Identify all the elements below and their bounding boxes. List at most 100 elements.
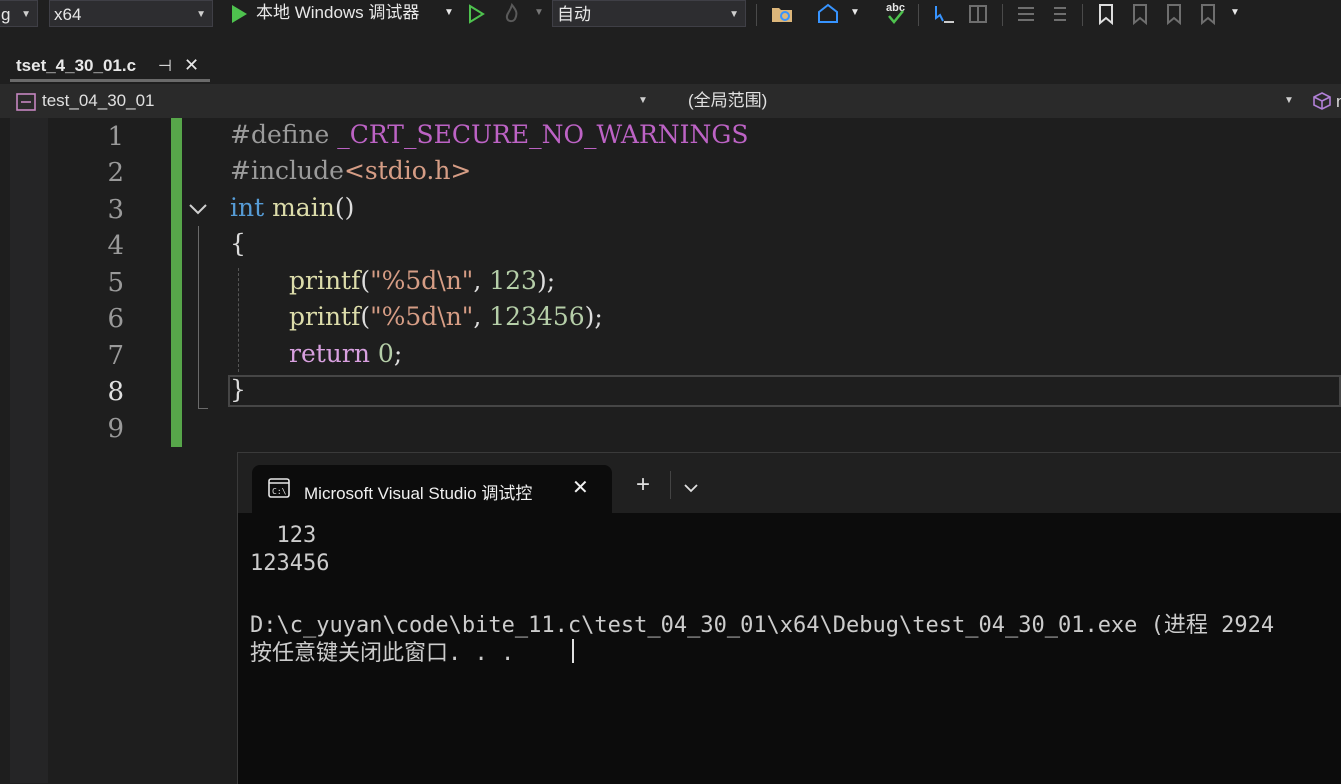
configuration-combo[interactable]: g ▼ <box>0 0 38 27</box>
fold-guide-end <box>198 408 208 409</box>
scope-value: (全局范围) <box>688 91 768 110</box>
line-number: 2 <box>107 158 124 188</box>
type-keyword: int <box>230 193 265 222</box>
document-tab-bar: tset_4_30_01.c ⊣ ✕ <box>0 48 1341 82</box>
return-keyword: return <box>289 339 370 368</box>
chevron-down-icon: ▼ <box>21 9 31 20</box>
line-number: 4 <box>107 231 124 261</box>
solution-value: 自动 <box>557 5 591 24</box>
project-combo[interactable]: test_04_30_01 ▼ <box>42 88 652 114</box>
configuration-value: g <box>1 5 11 24</box>
line-number: 7 <box>107 341 124 371</box>
console-tab-title: Microsoft Visual Studio 调试控 <box>304 484 533 503</box>
checkmark-icon <box>888 10 904 24</box>
pin-icon[interactable]: ⊣ <box>158 56 172 76</box>
punctuation: ( <box>360 302 371 331</box>
close-icon[interactable]: ✕ <box>184 55 199 76</box>
punctuation: , <box>473 266 490 295</box>
function-call: printf <box>289 266 361 295</box>
chevron-down-icon: ▼ <box>638 95 648 106</box>
svg-text:C:\: C:\ <box>272 487 287 496</box>
solution-combo[interactable]: 自动 ▼ <box>552 0 746 27</box>
punctuation: , <box>473 302 490 331</box>
terminal-icon: C:\ <box>268 478 290 498</box>
open-folder-icon[interactable] <box>770 2 794 26</box>
chevron-down-icon[interactable] <box>684 483 698 493</box>
toolbar-overflow-icon[interactable]: ▼ <box>1230 0 1240 27</box>
code-line-8: } <box>230 375 246 404</box>
project-value: test_04_30_01 <box>42 91 155 110</box>
platform-combo[interactable]: x64 ▼ <box>49 0 213 27</box>
code-line-2: #include<stdio.h> <box>230 156 471 185</box>
member-cube-icon[interactable] <box>1312 91 1332 111</box>
clear-bookmarks-icon[interactable] <box>1196 2 1220 26</box>
punctuation: ); <box>584 302 603 331</box>
explorer-dropdown-icon[interactable]: ▼ <box>850 0 860 27</box>
next-bookmark-icon[interactable] <box>1162 2 1186 26</box>
console-output-line: 123 <box>250 523 317 548</box>
platform-value: x64 <box>54 5 82 24</box>
solution-explorer-icon[interactable] <box>816 2 840 26</box>
document-tab[interactable]: tset_4_30_01.c ⊣ ✕ <box>10 50 210 82</box>
line-number-current: 8 <box>107 377 124 407</box>
debug-console-window[interactable]: C:\ Microsoft Visual Studio 调试控 ✕ + 123 … <box>237 452 1341 784</box>
code-line-7: return 0; <box>289 339 402 368</box>
chevron-down-icon: ▼ <box>729 9 739 20</box>
punctuation: () <box>334 193 355 222</box>
indicator-margin <box>10 118 48 783</box>
line-number: 1 <box>107 122 124 152</box>
toolbar: g ▼ x64 ▼ 本地 Windows 调试器 ▼ ▼ 自动 ▼ ▼ abc <box>0 0 1341 30</box>
code-line-4: { <box>230 229 246 258</box>
toolbar-separator <box>918 4 919 26</box>
current-line-highlight <box>228 375 1341 407</box>
console-tab[interactable]: C:\ Microsoft Visual Studio 调试控 ✕ <box>252 465 612 513</box>
function-name: main <box>264 193 335 222</box>
scope-combo[interactable]: (全局范围) ▼ <box>688 88 1300 114</box>
text-cursor <box>572 639 574 663</box>
code-line-5: printf("%5d\n", 123); <box>289 266 555 295</box>
string-literal: "%5d\n" <box>370 302 474 331</box>
indent-guide <box>238 268 239 372</box>
punctuation: ( <box>360 266 371 295</box>
hot-reload-icon[interactable] <box>500 2 524 26</box>
columns-icon[interactable] <box>966 2 990 26</box>
comment-lines-icon[interactable] <box>1014 2 1038 26</box>
uncomment-lines-icon[interactable] <box>1046 2 1070 26</box>
previous-bookmark-icon[interactable] <box>1126 2 1150 26</box>
debugger-button-label[interactable]: 本地 Windows 调试器 <box>256 0 419 27</box>
close-icon[interactable]: ✕ <box>572 475 589 500</box>
open-brace: { <box>230 229 246 258</box>
chevron-down-icon: ▼ <box>1284 95 1294 106</box>
code-line-3: int main() <box>230 193 354 222</box>
number-literal: 123 <box>489 266 537 295</box>
line-number: 5 <box>107 268 124 298</box>
bookmark-icon[interactable] <box>1094 2 1118 26</box>
preprocessor-directive: #include <box>230 156 344 185</box>
punctuation: ; <box>393 339 403 368</box>
toolbar-separator <box>756 4 757 26</box>
start-debug-icon[interactable] <box>227 2 251 26</box>
new-tab-button[interactable]: + <box>636 471 650 499</box>
preprocessor-directive: #define <box>230 120 338 149</box>
navigation-bar: test_04_30_01 ▼ (全局范围) ▼ n <box>0 84 1341 119</box>
hot-reload-dropdown-icon[interactable]: ▼ <box>534 0 544 27</box>
string-literal: "%5d\n" <box>370 266 474 295</box>
line-number: 6 <box>107 304 124 334</box>
tab-title: tset_4_30_01.c <box>16 56 137 75</box>
function-call: printf <box>289 302 361 331</box>
member-combo-value[interactable]: n <box>1336 92 1341 112</box>
start-without-debug-icon[interactable] <box>464 2 488 26</box>
line-number: 9 <box>107 414 124 444</box>
debugger-dropdown-icon[interactable]: ▼ <box>444 0 454 27</box>
chevron-down-icon: ▼ <box>196 9 206 20</box>
macro-name: _CRT_SECURE_NO_WARNINGS <box>337 120 749 149</box>
change-tracking-bar <box>171 118 182 447</box>
number-literal: 123456 <box>489 302 585 331</box>
console-output-line: 按任意键关闭此窗口. . . <box>250 641 515 666</box>
number-literal: 0 <box>377 339 394 368</box>
code-line-1: #define _CRT_SECURE_NO_WARNINGS <box>230 120 749 149</box>
fold-chevron-icon[interactable] <box>188 202 208 216</box>
toolbar-separator <box>1082 4 1083 26</box>
step-into-icon[interactable] <box>932 2 956 26</box>
